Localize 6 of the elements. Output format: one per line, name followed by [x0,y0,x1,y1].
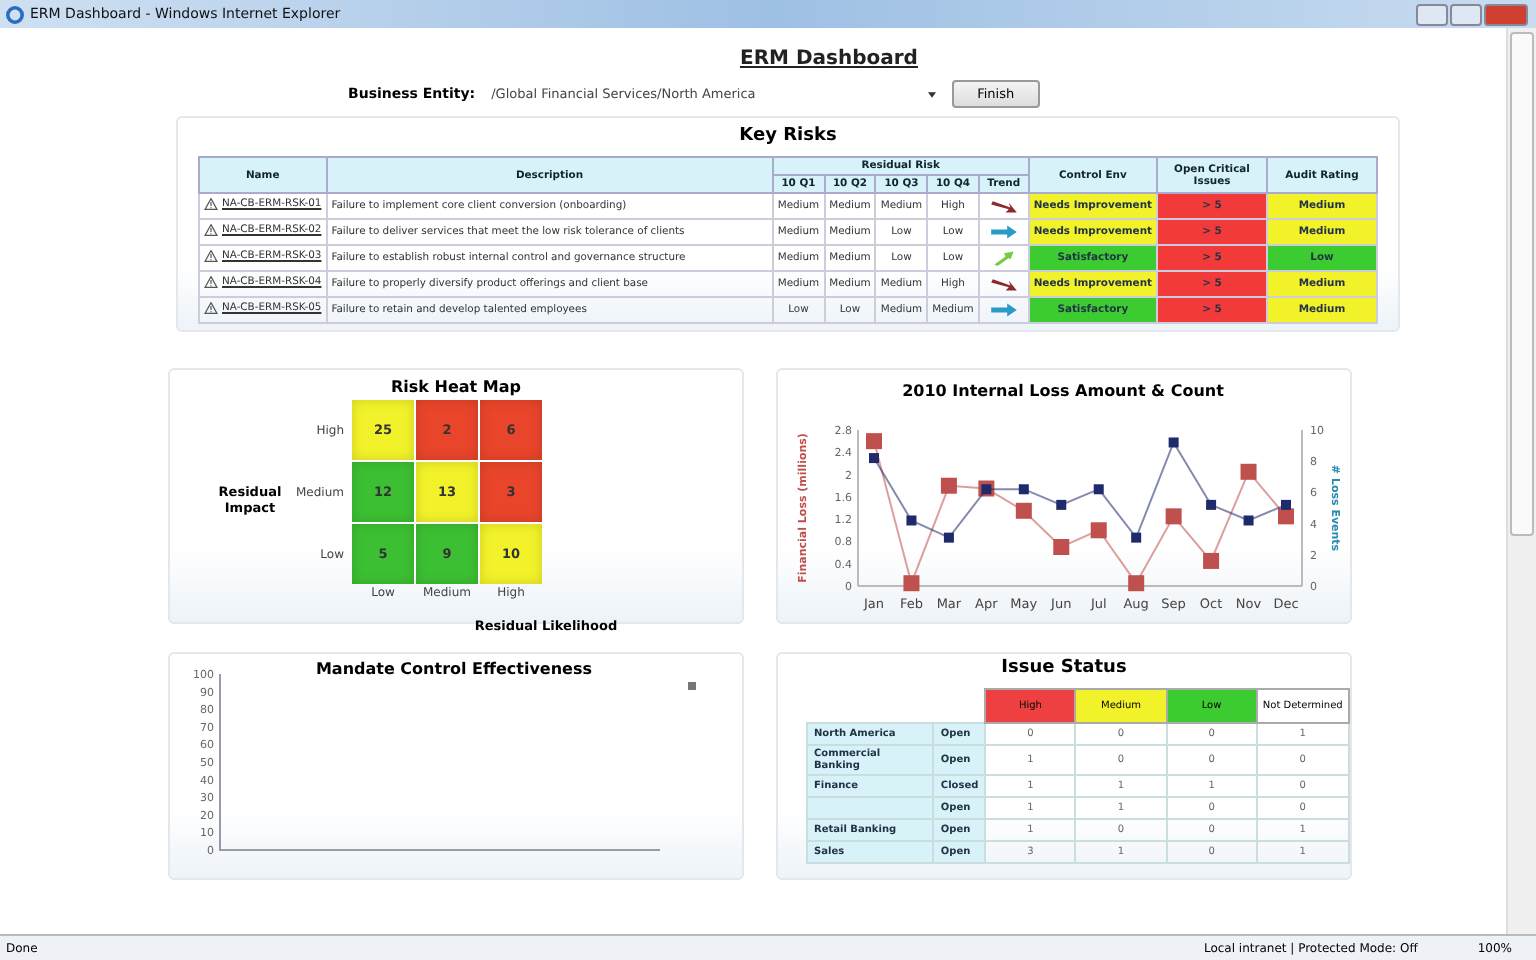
panel-title: Key Risks [737,124,839,150]
chart-title: Mandate Control Effectiveness [315,660,593,678]
chart-title: 2010 Internal Loss Amount & Count [902,382,1224,400]
panel-title: Issue Status [999,656,1129,682]
panel-title: Risk Heat Map [389,376,523,400]
page-title: ERM Dashboard [740,48,918,70]
